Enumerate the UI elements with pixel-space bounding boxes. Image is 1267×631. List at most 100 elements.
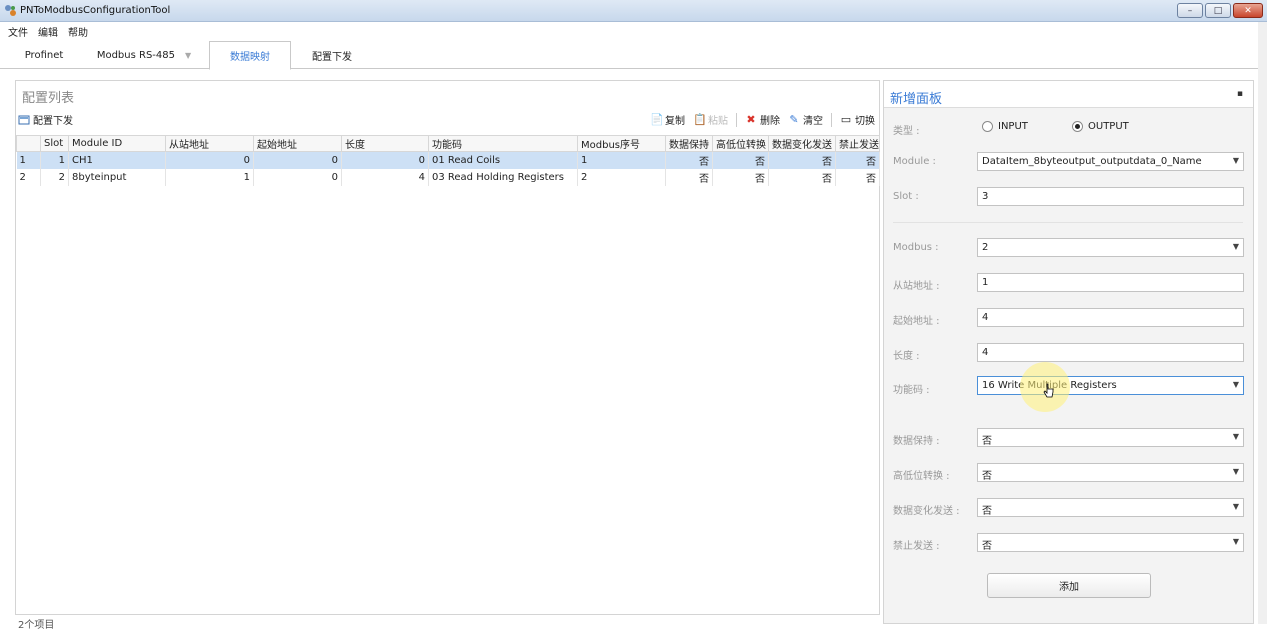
- module-select[interactable]: DataItem_8byteoutput_outputdata_0_Name ▼: [977, 152, 1244, 171]
- tab-data-mapping[interactable]: 数据映射: [209, 41, 291, 70]
- maximize-button[interactable]: □: [1205, 3, 1231, 18]
- radio-output[interactable]: OUTPUT: [1072, 121, 1129, 132]
- menu-edit[interactable]: 编辑: [38, 24, 58, 39]
- add-panel: 新增面板 ▪ 类型 : INPUT OUTPUT Module : DataIt…: [883, 80, 1254, 624]
- column-header[interactable]: 起始地址: [253, 135, 342, 152]
- data-hold-select[interactable]: 否 ▼: [977, 428, 1244, 447]
- config-list-panel: 配置列表 配置下发 📄 复制 📋 粘贴 ✖ 删除 ✎ 清空 ▭ 切换 Slot Modul…: [15, 80, 880, 615]
- column-header[interactable]: 从站地址: [165, 135, 254, 152]
- byte-swap-label: 高低位转换 :: [893, 471, 950, 482]
- menu-file[interactable]: 文件: [8, 24, 28, 39]
- radio-input[interactable]: INPUT: [982, 121, 1028, 132]
- column-header[interactable]: 数据保持: [665, 135, 713, 152]
- column-header[interactable]: 长度: [341, 135, 429, 152]
- toolbar-divider: [831, 112, 832, 127]
- delete-label: 删除: [760, 116, 780, 127]
- close-button[interactable]: ✕: [1233, 3, 1263, 18]
- cell-slot: 1: [40, 151, 69, 169]
- copy-button[interactable]: 📄 复制: [650, 112, 685, 127]
- cell-length: 4: [341, 168, 429, 186]
- cell-length: 0: [341, 151, 429, 169]
- column-header[interactable]: Modbus序号: [577, 135, 666, 152]
- length-field[interactable]: 4: [977, 343, 1244, 362]
- table-row[interactable]: 1 1 CH1 0 0 0 01 Read Coils 1 否 否 否 否: [16, 151, 880, 169]
- config-download-label: 配置下发: [33, 116, 73, 127]
- row-index: 1: [16, 151, 41, 169]
- start-address-label: 起始地址 :: [893, 316, 940, 327]
- eraser-icon: ✎: [789, 112, 799, 126]
- slave-address-field[interactable]: 1: [977, 273, 1244, 292]
- cell-slave-address: 0: [165, 151, 254, 169]
- column-header[interactable]: 禁止发送: [835, 135, 880, 152]
- title-bar: PNToModbusConfigurationTool – □ ✕: [0, 0, 1267, 22]
- clear-label: 清空: [803, 116, 823, 127]
- add-button[interactable]: 添加: [987, 573, 1151, 598]
- column-header[interactable]: 高低位转换: [712, 135, 769, 152]
- chevron-down-icon: ▼: [1232, 242, 1239, 251]
- chevron-down-icon[interactable]: ▼: [185, 51, 191, 60]
- minimize-button[interactable]: –: [1177, 3, 1203, 18]
- tab-modbus-rs485[interactable]: Modbus RS-485 ▼: [88, 42, 200, 69]
- send-on-change-value: 否: [982, 506, 992, 517]
- cell-start-address: 0: [253, 151, 342, 169]
- module-label: Module :: [893, 156, 936, 167]
- byte-swap-select[interactable]: 否 ▼: [977, 463, 1244, 482]
- config-table: Slot Module ID 从站地址 起始地址 长度 功能码 Modbus序号…: [16, 135, 880, 186]
- paste-label: 粘贴: [708, 116, 728, 127]
- download-icon: [18, 115, 30, 124]
- divider: [893, 222, 1243, 223]
- chevron-down-icon: ▼: [1232, 432, 1239, 441]
- function-code-select[interactable]: 16 Write Multiple Registers▼: [977, 376, 1244, 395]
- column-header[interactable]: 数据变化发送: [768, 135, 836, 152]
- table-header: Slot Module ID 从站地址 起始地址 长度 功能码 Modbus序号…: [16, 135, 880, 152]
- module-value: DataItem_8byteoutput_outputdata_0_Name: [982, 156, 1202, 167]
- column-header[interactable]: 功能码: [428, 135, 578, 152]
- send-on-change-select[interactable]: 否 ▼: [977, 498, 1244, 517]
- window-title: PNToModbusConfigurationTool: [20, 5, 171, 16]
- delete-button[interactable]: ✖ 删除: [745, 112, 780, 127]
- delete-icon: ✖: [746, 112, 756, 126]
- switch-button[interactable]: ▭ 切换: [840, 112, 875, 127]
- paste-button[interactable]: 📋 粘贴: [693, 112, 728, 127]
- tab-label: 配置下发: [312, 52, 352, 63]
- tab-label: Profinet: [24, 50, 64, 61]
- disable-send-select[interactable]: 否 ▼: [977, 533, 1244, 552]
- cell-function-code: 03 Read Holding Registers: [428, 168, 578, 186]
- cell-modbus-index: 2: [577, 168, 666, 186]
- config-list-title: 配置列表: [22, 91, 75, 106]
- tab-config-download[interactable]: 配置下发: [298, 42, 366, 69]
- tab-label: Modbus RS-485: [96, 50, 175, 61]
- tab-profinet[interactable]: Profinet: [12, 42, 76, 69]
- pin-icon[interactable]: ▪: [1237, 89, 1243, 99]
- add-panel-title: 新增面板: [890, 92, 943, 107]
- column-header[interactable]: Slot: [40, 135, 69, 152]
- modbus-value: 2: [982, 242, 989, 253]
- toolbar-divider: [736, 112, 737, 127]
- menu-help[interactable]: 帮助: [68, 24, 88, 39]
- cell-byte-swap: 否: [712, 151, 769, 169]
- column-header[interactable]: [16, 135, 41, 152]
- start-address-field[interactable]: 4: [977, 308, 1244, 327]
- cell-module-id: 8byteinput: [68, 168, 166, 186]
- config-download-button[interactable]: 配置下发: [18, 112, 73, 127]
- length-value: 4: [982, 347, 989, 358]
- slot-field[interactable]: 3: [977, 187, 1244, 206]
- modbus-select[interactable]: 2 ▼: [977, 238, 1244, 257]
- radio-circle-icon: [982, 121, 993, 132]
- app-icon: [5, 5, 16, 16]
- mouse-cursor-icon: [1043, 383, 1055, 402]
- slot-label: Slot :: [893, 191, 919, 202]
- type-label: 类型 :: [893, 126, 920, 137]
- switch-label: 切换: [855, 116, 875, 127]
- scrollbar[interactable]: [1258, 22, 1267, 624]
- clear-button[interactable]: ✎ 清空: [788, 112, 823, 127]
- cell-byte-swap: 否: [712, 168, 769, 186]
- disable-send-value: 否: [982, 541, 992, 552]
- data-hold-value: 否: [982, 436, 992, 447]
- table-row[interactable]: 2 2 8byteinput 1 0 4 03 Read Holding Reg…: [16, 168, 880, 186]
- column-header[interactable]: Module ID: [68, 135, 166, 152]
- cell-function-code: 01 Read Coils: [428, 151, 578, 169]
- send-on-change-label: 数据变化发送 :: [893, 506, 960, 517]
- cell-data-hold: 否: [665, 168, 713, 186]
- start-address-value: 4: [982, 312, 989, 323]
